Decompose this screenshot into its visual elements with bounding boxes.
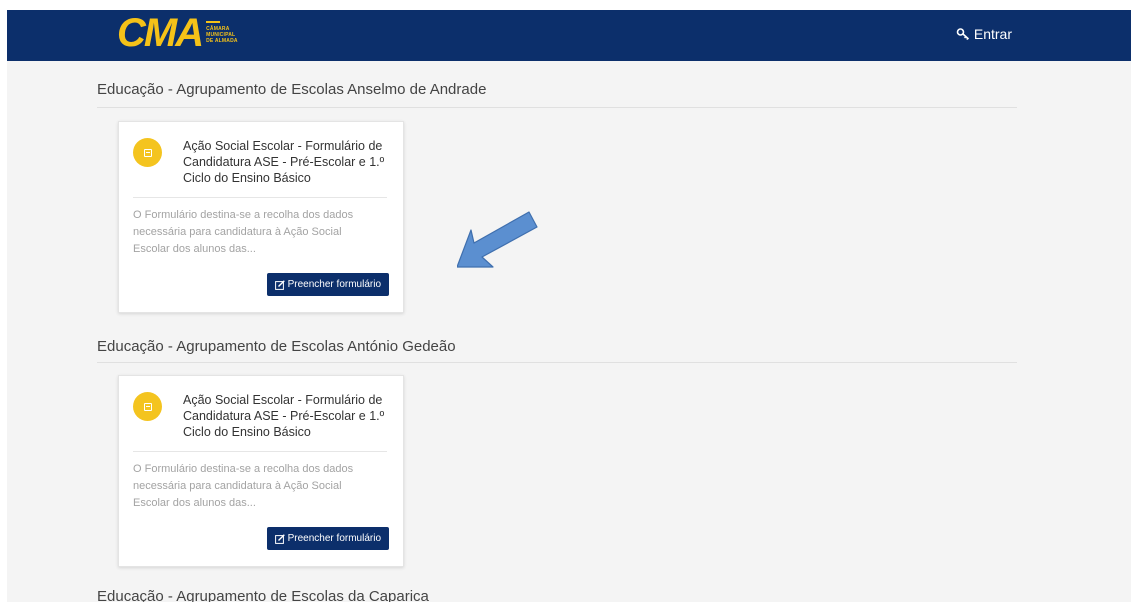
logo-line-3: DE ALMADA bbox=[206, 38, 238, 44]
card-description: O Formulário destina-se a recolha dos da… bbox=[133, 463, 354, 509]
section-title-antonio-gedeao: Educação - Agrupamento de Escolas Antóni… bbox=[97, 338, 456, 355]
card-divider bbox=[133, 197, 387, 198]
login-label: Entrar bbox=[973, 26, 1012, 42]
edit-icon bbox=[274, 279, 285, 290]
top-navigation-bar: CMA CÂMARA MUNICIPAL DE ALMADA Entrar bbox=[7, 10, 1131, 61]
logo-subtitle: CÂMARA MUNICIPAL DE ALMADA bbox=[206, 21, 238, 44]
section-divider bbox=[97, 107, 1017, 108]
card-description: O Formulário destina-se a recolha dos da… bbox=[133, 209, 354, 255]
logo-dash bbox=[206, 21, 221, 23]
logo-text: CMA bbox=[117, 11, 204, 55]
edit-icon bbox=[274, 533, 285, 544]
fill-form-label: Preencher formulário bbox=[287, 279, 381, 290]
fill-form-button[interactable]: Preencher formulário bbox=[266, 273, 389, 296]
section-title-anselmo-de-andrade: Educação - Agrupamento de Escolas Anselm… bbox=[97, 81, 487, 98]
arrow-annotation-icon bbox=[457, 211, 538, 268]
fill-form-button[interactable]: Preencher formulário bbox=[266, 527, 389, 550]
card-title[interactable]: Ação Social Escolar - Formulário de Cand… bbox=[183, 392, 388, 440]
fill-form-label: Preencher formulário bbox=[287, 533, 381, 544]
document-icon bbox=[133, 392, 162, 421]
document-icon bbox=[133, 138, 162, 167]
card-divider bbox=[133, 451, 387, 452]
form-card-antonio-gedeao: Ação Social Escolar - Formulário de Cand… bbox=[118, 375, 404, 567]
form-card-anselmo-de-andrade: Ação Social Escolar - Formulário de Cand… bbox=[118, 121, 404, 313]
key-icon bbox=[956, 28, 969, 41]
login-link[interactable]: Entrar bbox=[956, 26, 1012, 42]
section-title-caparica: Educação - Agrupamento de Escolas da Cap… bbox=[97, 588, 429, 602]
page: CMA CÂMARA MUNICIPAL DE ALMADA Entrar Ed… bbox=[7, 10, 1131, 602]
card-title[interactable]: Ação Social Escolar - Formulário de Cand… bbox=[183, 138, 388, 186]
cma-logo[interactable]: CMA CÂMARA MUNICIPAL DE ALMADA bbox=[117, 13, 238, 53]
section-divider bbox=[97, 362, 1017, 363]
screenshot-frame: CMA CÂMARA MUNICIPAL DE ALMADA Entrar Ed… bbox=[0, 0, 1131, 602]
